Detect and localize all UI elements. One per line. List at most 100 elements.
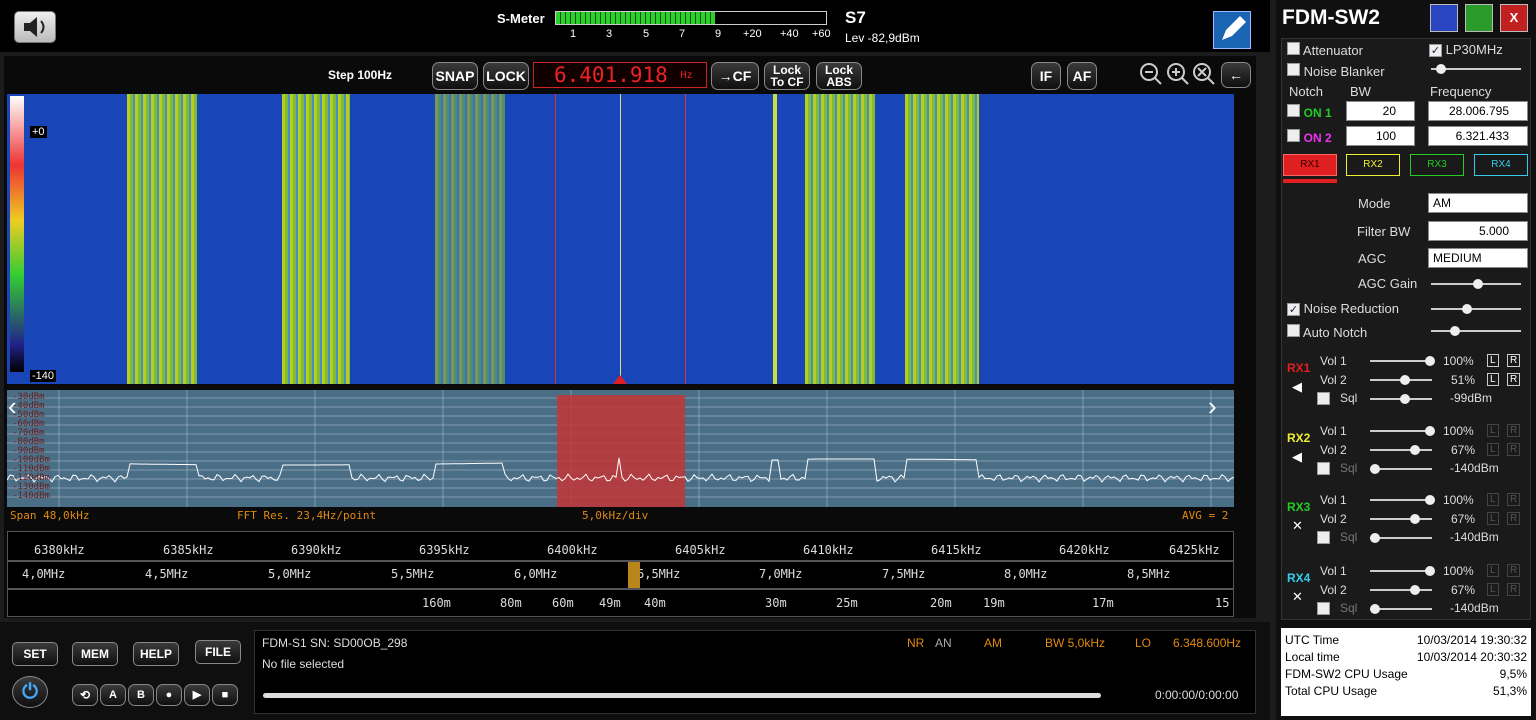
auto-notch-slider[interactable] xyxy=(1431,326,1521,336)
tab-rx1[interactable]: RX1 xyxy=(1283,154,1337,176)
rx4-vol2-slider[interactable] xyxy=(1370,585,1432,595)
rx3-vol1-slider[interactable] xyxy=(1370,495,1435,505)
close-icon[interactable]: X xyxy=(1500,4,1528,32)
speaker-icon[interactable]: ◀ xyxy=(1292,449,1302,465)
rx4-sql-slider[interactable] xyxy=(1370,604,1432,614)
muted-speaker-icon[interactable]: ✕ xyxy=(1292,518,1303,534)
rx2-vol1-slider[interactable] xyxy=(1370,426,1435,436)
noise-reduction-slider[interactable] xyxy=(1431,304,1521,314)
rx4-vol2-left-button[interactable]: L xyxy=(1487,583,1499,596)
attenuator-row[interactable]: Attenuator xyxy=(1287,42,1363,58)
rx3-sql-slider[interactable] xyxy=(1370,533,1432,543)
rx1-vol1-right-button[interactable]: R xyxy=(1507,354,1521,367)
notch1-checkbox[interactable] xyxy=(1287,104,1300,117)
rx3-vol2-right-button[interactable]: R xyxy=(1507,512,1521,525)
muted-speaker-icon[interactable]: ✕ xyxy=(1292,589,1303,605)
rx4-vol1-left-button[interactable]: L xyxy=(1487,564,1499,577)
noise-blanker-slider[interactable] xyxy=(1431,64,1521,74)
set-button[interactable]: SET xyxy=(12,642,58,666)
mhz-scale[interactable]: 4,0MHz 4,5MHz 5,0MHz 5,5MHz 6,0MHz 6,5MH… xyxy=(7,561,1234,589)
help-button[interactable]: HELP xyxy=(133,642,179,666)
rx3-vol2-slider[interactable] xyxy=(1370,514,1432,524)
edit-icon[interactable] xyxy=(1213,11,1251,49)
notch2-checkbox[interactable] xyxy=(1287,129,1300,142)
rx2-vol1-left-button[interactable]: L xyxy=(1487,424,1499,437)
a-point-icon[interactable]: A xyxy=(100,684,126,706)
meter-band-scale[interactable]: 160m 80m 60m 49m 40m 30m 25m 20m 19m 17m… xyxy=(7,589,1234,617)
rx3-vol1-left-button[interactable]: L xyxy=(1487,493,1499,506)
snap-button[interactable]: SNAP xyxy=(432,62,478,90)
rx2-vol2-left-button[interactable]: L xyxy=(1487,443,1499,456)
rx1-vol1-slider[interactable] xyxy=(1370,356,1435,366)
step-label[interactable]: Step 100Hz xyxy=(328,68,392,82)
agc-gain-slider[interactable] xyxy=(1431,279,1521,289)
noise-reduction-checkbox[interactable] xyxy=(1287,303,1300,316)
rx1-sql-checkbox[interactable] xyxy=(1317,392,1330,405)
noise-blanker-checkbox[interactable] xyxy=(1287,63,1300,76)
minimize-icon[interactable] xyxy=(1430,4,1458,32)
lock-to-cf-button[interactable]: Lock To CF xyxy=(764,62,810,90)
rx2-vol2-right-button[interactable]: R xyxy=(1507,443,1521,456)
attenuator-checkbox[interactable] xyxy=(1287,42,1300,55)
noise-reduction-row[interactable]: Noise Reduction xyxy=(1287,301,1399,316)
back-arrow-icon[interactable]: ← xyxy=(1221,62,1251,88)
waterfall[interactable] xyxy=(7,94,1234,384)
tuning-marker-icon[interactable] xyxy=(613,375,627,384)
rx2-vol1-right-button[interactable]: R xyxy=(1507,424,1521,437)
auto-notch-checkbox[interactable] xyxy=(1287,324,1300,337)
notch2-bw-field[interactable]: 100 xyxy=(1346,126,1415,146)
tab-rx4[interactable]: RX4 xyxy=(1474,154,1528,176)
lock-abs-button[interactable]: Lock ABS xyxy=(816,62,862,90)
mem-button[interactable]: MEM xyxy=(72,642,118,666)
notch1-row[interactable]: ON 1 xyxy=(1287,104,1332,120)
loop-icon[interactable]: ⟲ xyxy=(72,684,98,706)
power-icon[interactable]: ⏻ xyxy=(12,676,48,708)
rx1-vol2-right-button[interactable]: R xyxy=(1507,373,1521,386)
auto-notch-row[interactable]: Auto Notch xyxy=(1287,324,1367,340)
rx1-sql-slider[interactable] xyxy=(1370,394,1432,404)
notch2-freq-field[interactable]: 6.321.433 xyxy=(1428,126,1528,146)
record-icon[interactable]: ● xyxy=(156,684,182,706)
to-cf-button[interactable]: →CF xyxy=(711,62,759,90)
frequency-display[interactable]: 6.401.918 Hz xyxy=(533,62,707,88)
rx4-sql-checkbox[interactable] xyxy=(1317,602,1330,615)
lock-button[interactable]: LOCK xyxy=(483,62,529,90)
if-button[interactable]: IF xyxy=(1031,62,1061,90)
scroll-right-icon[interactable]: › xyxy=(1208,393,1236,423)
speaker-icon[interactable]: ◀ xyxy=(1292,379,1302,395)
spectrum-display[interactable] xyxy=(7,390,1234,507)
rx3-vol1-right-button[interactable]: R xyxy=(1507,493,1521,506)
noise-blanker-row[interactable]: Noise Blanker xyxy=(1287,63,1385,79)
rx1-vol1-left-button[interactable]: L xyxy=(1487,354,1499,367)
playback-slider[interactable] xyxy=(263,693,1101,698)
play-icon[interactable]: ▶ xyxy=(184,684,210,706)
tab-rx2[interactable]: RX2 xyxy=(1346,154,1400,176)
notch1-bw-field[interactable]: 20 xyxy=(1346,101,1415,121)
tab-rx3[interactable]: RX3 xyxy=(1410,154,1464,176)
notch1-freq-field[interactable]: 28.006.795 xyxy=(1428,101,1528,121)
rx1-vol2-left-button[interactable]: L xyxy=(1487,373,1499,386)
speaker-icon[interactable] xyxy=(14,11,56,43)
rx4-vol1-right-button[interactable]: R xyxy=(1507,564,1521,577)
rx4-vol1-slider[interactable] xyxy=(1370,566,1435,576)
notch2-row[interactable]: ON 2 xyxy=(1287,129,1332,145)
rx4-vol2-right-button[interactable]: R xyxy=(1507,583,1521,596)
rx2-sql-checkbox[interactable] xyxy=(1317,462,1330,475)
stop-icon[interactable]: ■ xyxy=(212,684,238,706)
b-point-icon[interactable]: B xyxy=(128,684,154,706)
lp30-row[interactable]: LP30MHz xyxy=(1429,42,1503,57)
rx1-vol2-slider[interactable] xyxy=(1370,375,1432,385)
rx3-sql-checkbox[interactable] xyxy=(1317,531,1330,544)
agc-select[interactable]: MEDIUM xyxy=(1428,248,1528,268)
maximize-icon[interactable] xyxy=(1465,4,1493,32)
af-button[interactable]: AF xyxy=(1067,62,1097,90)
zoom-icons[interactable] xyxy=(1138,60,1220,90)
filter-bw-field[interactable]: 5.000 xyxy=(1428,221,1528,241)
lp30-checkbox[interactable] xyxy=(1429,44,1442,57)
file-button[interactable]: FILE xyxy=(195,640,241,664)
mode-select[interactable]: AM xyxy=(1428,193,1528,213)
rx2-vol2-slider[interactable] xyxy=(1370,445,1432,455)
khz-scale[interactable]: 6380kHz 6385kHz 6390kHz 6395kHz 6400kHz … xyxy=(7,531,1234,561)
rx3-vol2-left-button[interactable]: L xyxy=(1487,512,1499,525)
rx2-sql-slider[interactable] xyxy=(1370,464,1432,474)
